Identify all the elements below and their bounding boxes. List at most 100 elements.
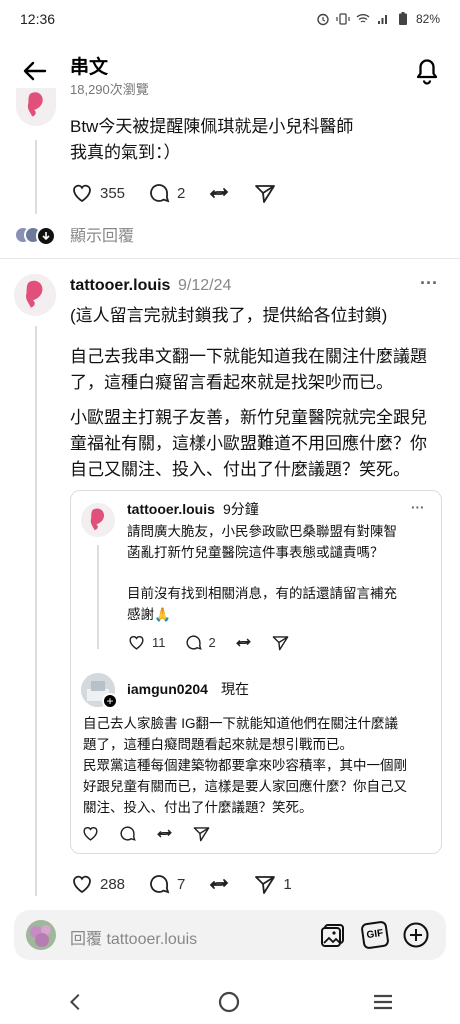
post-text-line: 自己去我串文翻一下就能知道我在關注什麼議題 xyxy=(70,347,427,366)
reply-input[interactable]: 回覆 tattooer.louis xyxy=(70,925,197,949)
quoted-actions: 11 2 xyxy=(127,633,312,652)
status-time: 12:36 xyxy=(20,11,56,27)
send-icon xyxy=(255,185,276,203)
post-text-line: 了，這種白癡留言看起來就是找架吵而已。 xyxy=(70,373,393,392)
share-button[interactable] xyxy=(253,181,277,205)
like-button[interactable]: 288 xyxy=(70,872,125,896)
system-nav-bar xyxy=(0,980,460,1024)
quoted-more-button[interactable]: ··· xyxy=(411,497,425,518)
gif-label: GIF xyxy=(365,927,384,942)
like-button[interactable] xyxy=(81,824,100,843)
follow-plus-icon[interactable]: + xyxy=(102,693,118,709)
comment-count: 2 xyxy=(177,184,186,202)
post-actions: 355 2 xyxy=(70,181,299,205)
reply-time: 現在 xyxy=(221,681,249,697)
post-text-line: 童福祉有關，這樣小歐盟難道不用回應什麼？你 xyxy=(70,434,427,453)
status-bar: 12:36 82% xyxy=(0,0,460,38)
repost-icon xyxy=(210,188,229,198)
heart-icon xyxy=(129,636,144,650)
post-date: 9/12/24 xyxy=(178,277,232,294)
wifi-icon xyxy=(356,14,370,23)
post-text-line: 自己又關注、投入、付出了什麼議題？笑死。 xyxy=(70,460,410,479)
reply-bar: 回覆 tattooer.louis GIF xyxy=(14,910,446,960)
nav-home-icon[interactable] xyxy=(217,990,241,1014)
signal-icon xyxy=(377,15,387,24)
post-text-line: Btw今天被提醒陳佩琪就是小兒科醫師 xyxy=(70,117,354,136)
post-text-line: 我真的氣到：） xyxy=(70,143,181,162)
thread-line xyxy=(97,545,99,649)
reply-text-line: 關注、投入、付出了什麼議題？笑死。 xyxy=(83,800,313,815)
gif-button[interactable]: GIF xyxy=(360,920,390,950)
divider xyxy=(0,258,460,259)
share-button[interactable] xyxy=(192,824,211,843)
share-button[interactable] xyxy=(271,633,290,652)
share-count: 1 xyxy=(283,875,292,893)
back-arrow-icon[interactable] xyxy=(20,56,50,86)
avatar[interactable] xyxy=(14,274,56,316)
thread-line xyxy=(35,140,37,214)
bell-icon[interactable] xyxy=(412,54,442,86)
repost-button[interactable] xyxy=(234,633,253,652)
alarm-icon xyxy=(317,13,329,26)
repost-button[interactable] xyxy=(207,181,231,205)
reply-text-line: 民眾黨這種每個建築物都要拿來吵容積率，其中一個剛 xyxy=(83,758,407,773)
post-paragraph: (這人留言完就封鎖我了，提供給各位封鎖) xyxy=(70,306,388,325)
reply-text-line: 自己去人家臉書 IG翻一下就能知道他們在關注什麼議 xyxy=(83,716,399,731)
like-count: 355 xyxy=(100,184,126,202)
comment-icon xyxy=(150,184,170,203)
quoted-time: 9分鐘 xyxy=(223,501,259,517)
quoted-text-line: 感謝🙏 xyxy=(127,607,171,622)
like-count: 11 xyxy=(152,635,166,650)
comment-count: 2 xyxy=(208,635,216,650)
comment-button[interactable]: 2 xyxy=(147,181,185,205)
comment-button[interactable]: 7 xyxy=(147,872,185,896)
comment-button[interactable] xyxy=(118,824,137,843)
comment-button[interactable]: 2 xyxy=(184,633,216,652)
quoted-text-line: 目前沒有找到相關消息，有的話還請留言補充 xyxy=(127,586,397,601)
comment-icon xyxy=(150,875,170,894)
post-actions: 288 7 1 xyxy=(70,872,314,896)
quoted-username: tattooer.louis xyxy=(127,501,215,517)
page-title: 串文 xyxy=(70,57,109,78)
like-button[interactable]: 355 xyxy=(70,181,125,205)
reply-text-line: 題了，這種白癡問題看起來就是想引戰而已。 xyxy=(83,737,353,752)
quoted-text-line: 請問廣大脆友，小民參政歐巴桑聯盟有對陳智 xyxy=(127,524,397,539)
share-button[interactable]: 1 xyxy=(253,872,292,896)
vibrate-icon xyxy=(336,13,350,25)
header: 串文 18,290次瀏覽 xyxy=(0,40,460,102)
repost-button[interactable] xyxy=(155,824,174,843)
repost-icon xyxy=(235,638,251,647)
reply-text-line: 好跟兒童有關而已，這樣是要人家回應什麼？你自己又 xyxy=(83,779,407,794)
show-replies-link[interactable]: 顯示回覆 xyxy=(70,224,134,250)
heart-icon xyxy=(73,875,91,894)
nav-recents-icon[interactable] xyxy=(371,990,395,1014)
reply-username: iamgun0204 xyxy=(127,681,208,697)
battery-icon xyxy=(398,12,407,25)
post-text-line: 小歐盟主打親子友善，新竹兒童醫院就完全跟兒 xyxy=(70,408,427,427)
heart-icon xyxy=(73,184,91,203)
replier-avatars[interactable] xyxy=(14,226,58,246)
add-icon[interactable] xyxy=(402,921,430,949)
my-avatar xyxy=(26,920,56,950)
thread-line xyxy=(35,326,37,896)
send-icon xyxy=(255,876,276,894)
reply-actions xyxy=(81,824,233,843)
image-icon[interactable] xyxy=(320,921,348,949)
battery-percent: 82% xyxy=(415,12,440,26)
send-icon xyxy=(193,827,210,842)
avatar[interactable] xyxy=(16,88,56,126)
nav-back-icon[interactable] xyxy=(65,991,87,1013)
repost-icon xyxy=(157,829,172,838)
avatar xyxy=(81,503,115,537)
repost-icon xyxy=(210,879,229,889)
send-icon xyxy=(272,636,289,651)
post-username[interactable]: tattooer.louis xyxy=(70,273,170,299)
comment-count: 7 xyxy=(177,875,186,893)
more-options-button[interactable]: ··· xyxy=(420,270,438,296)
view-count: 18,290次瀏覽 xyxy=(70,82,149,97)
repost-button[interactable] xyxy=(207,872,231,896)
quoted-post-card[interactable]: tattooer.louis 9分鐘 ··· 請問廣大脆友，小民參政歐巴桑聯盟有… xyxy=(70,490,442,854)
comment-icon xyxy=(185,635,202,650)
like-count: 288 xyxy=(100,875,126,893)
like-button[interactable]: 11 xyxy=(127,633,166,652)
